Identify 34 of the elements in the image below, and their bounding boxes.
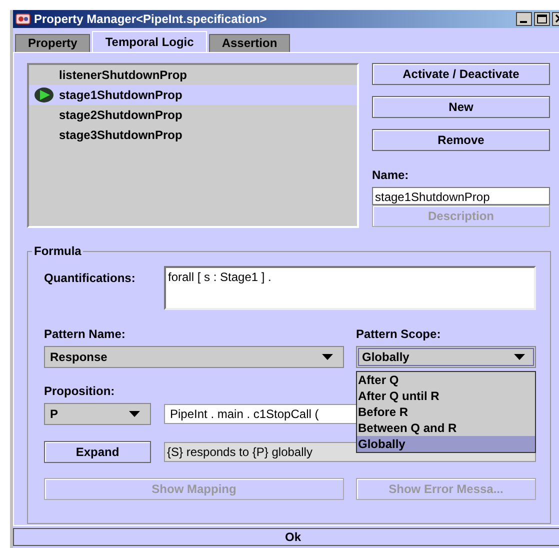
proposition-label: Proposition: [44,384,115,398]
window-title: Property Manager<PipeInt.specification> [34,12,268,26]
app-icon [15,12,31,26]
list-item[interactable]: stage3ShutdownProp [29,125,357,145]
maximize-icon[interactable] [534,12,550,26]
pattern-scope-label: Pattern Scope: [356,327,441,341]
action-button[interactable]: Activate / Deactivate [372,63,550,85]
caret-icon [322,354,333,360]
list-item[interactable]: listenerShutdownProp [29,65,357,85]
menu-item[interactable]: Globally [357,436,535,452]
caret-icon [514,354,525,360]
list-item[interactable]: stage2ShutdownProp [29,105,357,125]
menu-item[interactable]: After Q until R [357,388,535,404]
quantifications-label: Quantifications: [44,270,136,287]
pattern-name-dropdown[interactable]: Response [44,346,344,368]
proposition-dropdown[interactable]: P [44,403,151,425]
list-item[interactable]: stage1ShutdownProp [29,85,357,105]
group-title: Formula [33,244,82,258]
name-label: Name: [372,168,410,182]
menu-item[interactable]: Before R [357,404,535,420]
ok-button[interactable]: Ok [13,528,559,546]
action-button[interactable]: New [372,96,550,118]
quantifications-field[interactable]: forall [ s : Stage1 ] . [164,266,536,310]
expand-button[interactable]: Expand [44,441,151,463]
name-field[interactable]: stage1ShutdownProp [372,187,550,205]
tab[interactable]: Assertion [208,34,290,52]
pattern-scope-dropdown[interactable]: Globally [356,346,536,368]
pattern-name-label: Pattern Name: [44,327,126,341]
minimize-icon[interactable] [516,12,532,26]
tab[interactable]: Property [15,34,90,52]
menu-item[interactable]: After Q [357,372,535,388]
tab[interactable]: Temporal Logic [92,31,207,52]
action-button[interactable]: Remove [372,129,550,151]
caret-icon [129,411,140,417]
